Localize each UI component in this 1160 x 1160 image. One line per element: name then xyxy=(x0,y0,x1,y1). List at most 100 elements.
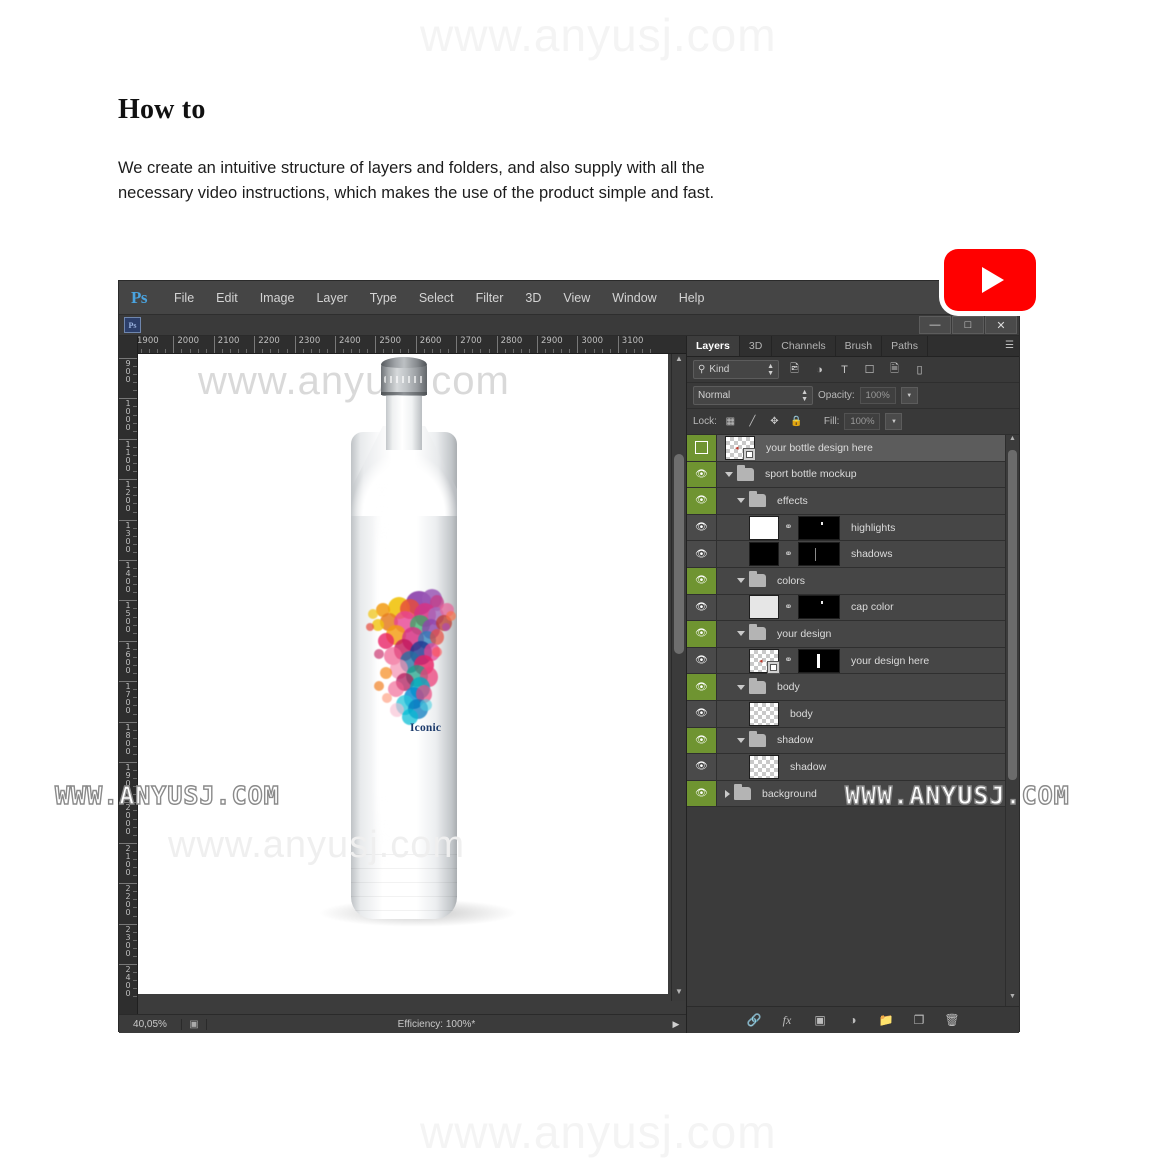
scroll-up-icon[interactable]: ▲ xyxy=(1006,435,1019,448)
layer-row-content[interactable]: colors xyxy=(717,567,1019,594)
lock-transparent-pixels-icon[interactable]: ▦ xyxy=(722,414,739,430)
layer-mask-thumbnail[interactable] xyxy=(798,648,840,673)
link-layers-icon[interactable]: 🔗 xyxy=(746,1012,762,1028)
layer-mask-thumbnail[interactable] xyxy=(798,595,840,620)
layer-select-indicator[interactable] xyxy=(687,435,717,461)
layer-row[interactable]: ◂ your bottle design here xyxy=(687,435,1019,462)
minimize-button[interactable]: — xyxy=(919,316,951,334)
layer-row-content[interactable]: ◂ your bottle design here xyxy=(717,435,1019,461)
mask-link-icon[interactable]: ⚭ xyxy=(783,549,794,560)
layer-thumbnail[interactable] xyxy=(749,754,779,779)
layer-row[interactable]: 👁 ⚭ shadows xyxy=(687,541,1019,568)
vertical-ruler[interactable]: 9001000110012001300140015001600170018001… xyxy=(119,336,138,1033)
layer-row[interactable]: 👁 shadow xyxy=(687,727,1019,755)
panel-menu-icon[interactable]: ☰ xyxy=(1005,340,1014,351)
chevron-down-icon[interactable] xyxy=(725,471,733,477)
layer-row-content[interactable]: body xyxy=(717,700,1019,727)
layer-thumbnail[interactable] xyxy=(749,595,779,620)
layer-row[interactable]: 👁 colors xyxy=(687,567,1019,595)
scroll-down-icon[interactable]: ▼ xyxy=(1006,993,1019,1006)
type-layer-filter-icon[interactable]: T xyxy=(835,361,854,378)
layer-row[interactable]: 👁 sport bottle mockup xyxy=(687,461,1019,489)
document-thumbnail-icon[interactable]: ▣ xyxy=(182,1019,206,1030)
delete-layer-icon[interactable]: 🗑 xyxy=(944,1012,960,1028)
menu-item-layer[interactable]: Layer xyxy=(305,291,358,305)
new-adjustment-layer-icon[interactable]: ◑ xyxy=(845,1012,861,1028)
layer-row-content[interactable]: shadow xyxy=(717,754,1019,780)
gradient-filter-icon[interactable]: ▯ xyxy=(910,361,929,378)
pixel-layer-filter-icon[interactable]: 🖻 xyxy=(785,361,804,378)
menu-item-help[interactable]: Help xyxy=(668,291,716,305)
opacity-value[interactable]: 100% xyxy=(859,387,896,404)
layer-row[interactable]: 👁 ⚭ highlights xyxy=(687,514,1019,542)
layer-thumbnail[interactable] xyxy=(749,542,779,567)
panel-tab-3d[interactable]: 3D xyxy=(740,336,773,356)
mask-link-icon[interactable]: ⚭ xyxy=(783,602,794,613)
chevron-down-icon[interactable] xyxy=(737,684,745,690)
layer-row[interactable]: 👁 effects xyxy=(687,488,1019,515)
lock-image-pixels-icon[interactable]: ╱ xyxy=(744,414,761,430)
layer-visibility-toggle[interactable]: 👁 xyxy=(687,727,717,754)
chevron-right-icon[interactable] xyxy=(725,789,730,798)
layer-mask-thumbnail[interactable] xyxy=(798,515,840,540)
layer-visibility-toggle[interactable]: 👁 xyxy=(687,541,717,567)
layer-visibility-toggle[interactable]: 👁 xyxy=(687,647,717,674)
layer-row[interactable]: 👁 your design xyxy=(687,621,1019,648)
menu-item-file[interactable]: File xyxy=(163,291,205,305)
layers-scrollbar[interactable]: ▲ ▼ xyxy=(1005,435,1019,1006)
layer-row-content[interactable]: ⚭ cap color xyxy=(717,594,1019,621)
scroll-down-icon[interactable]: ▼ xyxy=(672,987,686,1001)
layer-mask-thumbnail[interactable] xyxy=(798,542,840,567)
layer-row[interactable]: 👁 body xyxy=(687,674,1019,701)
layer-row-content[interactable]: background xyxy=(717,780,1019,807)
layer-row-content[interactable]: ⚭ highlights xyxy=(717,514,1019,541)
layer-row-content[interactable]: effects xyxy=(717,488,1019,514)
status-expand-icon[interactable]: ▶ xyxy=(666,1019,686,1030)
menu-item-select[interactable]: Select xyxy=(408,291,465,305)
layer-row-content[interactable]: shadow xyxy=(717,727,1019,754)
layer-visibility-toggle[interactable]: 👁 xyxy=(687,674,717,700)
layer-visibility-toggle[interactable]: 👁 xyxy=(687,621,717,647)
layer-row-content[interactable]: ◂ ⚭ your design here xyxy=(717,647,1019,674)
menu-item-image[interactable]: Image xyxy=(249,291,306,305)
mask-link-icon[interactable]: ⚭ xyxy=(783,655,794,666)
shape-layer-filter-icon[interactable]: ☐ xyxy=(860,361,879,378)
menu-item-edit[interactable]: Edit xyxy=(205,291,249,305)
youtube-play-button[interactable] xyxy=(944,249,1036,311)
layer-visibility-toggle[interactable]: 👁 xyxy=(687,700,717,727)
menu-item-filter[interactable]: Filter xyxy=(465,291,515,305)
menu-item-type[interactable]: Type xyxy=(359,291,408,305)
layers-scroll-thumb[interactable] xyxy=(1008,450,1017,780)
blend-mode-select[interactable]: Normal ▲ ▼ xyxy=(693,386,813,405)
layer-row[interactable]: 👁 body xyxy=(687,700,1019,728)
zoom-level[interactable]: 40,05% xyxy=(119,1018,182,1030)
panel-tab-brush[interactable]: Brush xyxy=(836,336,883,356)
panel-tab-layers[interactable]: Layers xyxy=(687,336,740,356)
layer-visibility-toggle[interactable]: 👁 xyxy=(687,567,717,594)
layer-visibility-toggle[interactable]: 👁 xyxy=(687,461,717,488)
chevron-down-icon[interactable] xyxy=(737,737,745,743)
layer-visibility-toggle[interactable]: 👁 xyxy=(687,594,717,621)
layer-style-fx-icon[interactable]: fx xyxy=(779,1012,795,1028)
mask-link-icon[interactable]: ⚭ xyxy=(783,522,794,533)
layer-row[interactable]: 👁 ⚭ cap color xyxy=(687,594,1019,622)
layer-thumbnail[interactable] xyxy=(749,701,779,726)
layer-row[interactable]: 👁 background xyxy=(687,780,1019,808)
smart-object-filter-icon[interactable]: 🗎 xyxy=(885,361,904,378)
panel-tab-paths[interactable]: Paths xyxy=(882,336,928,356)
layer-row[interactable]: 👁 ◂ ⚭ your design here xyxy=(687,647,1019,675)
adjustment-layer-filter-icon[interactable]: ◑ xyxy=(810,361,829,378)
canvas-vertical-scrollbar[interactable]: ▲ ▼ xyxy=(671,354,686,1001)
layer-visibility-toggle[interactable]: 👁 xyxy=(687,514,717,541)
chevron-down-icon[interactable] xyxy=(737,578,745,584)
document-canvas[interactable]: www.anyusj.com Iconic www.anyusj.com xyxy=(138,354,668,994)
fill-value[interactable]: 100% xyxy=(844,413,881,430)
panel-tab-channels[interactable]: Channels xyxy=(772,336,836,356)
add-layer-mask-icon[interactable]: ▣ xyxy=(812,1012,828,1028)
layer-row-content[interactable]: your design xyxy=(717,621,1019,647)
layer-thumbnail[interactable] xyxy=(749,515,779,540)
layer-row-content[interactable]: body xyxy=(717,674,1019,700)
maximize-button[interactable]: □ xyxy=(952,316,984,334)
menu-item-window[interactable]: Window xyxy=(601,291,667,305)
menu-item-3d[interactable]: 3D xyxy=(514,291,552,305)
